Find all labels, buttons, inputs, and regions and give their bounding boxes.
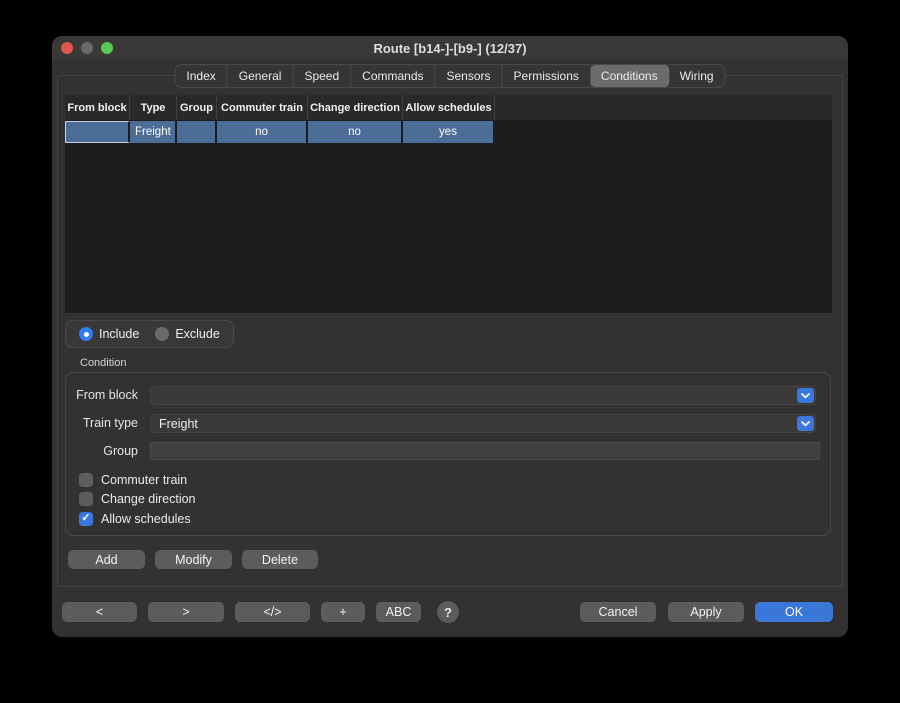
tab-commands[interactable]: Commands bbox=[351, 65, 435, 87]
close-window-icon[interactable] bbox=[61, 42, 73, 54]
tab-permissions[interactable]: Permissions bbox=[503, 65, 591, 87]
prev-route-button[interactable]: < bbox=[62, 602, 137, 622]
cancel-button[interactable]: Cancel bbox=[580, 602, 656, 622]
desktop: { "window": { "title": "Route [b14-]-[b9… bbox=[0, 0, 900, 703]
window-title: Route [b14-]-[b9-] (12/37) bbox=[373, 41, 526, 56]
tab-index[interactable]: Index bbox=[175, 65, 227, 87]
dialog-tab-bar: Index General Speed Commands Sensors Per… bbox=[174, 64, 725, 88]
conditions-tab-panel bbox=[57, 75, 843, 587]
tab-general[interactable]: General bbox=[228, 65, 294, 87]
condition-group-label: Condition bbox=[80, 357, 126, 369]
abc-button[interactable]: ABC bbox=[376, 602, 421, 622]
help-button[interactable]: ? bbox=[437, 601, 459, 623]
title-bar: Route [b14-]-[b9-] (12/37) bbox=[52, 36, 848, 60]
ok-button[interactable]: OK bbox=[755, 602, 833, 622]
route-dialog-window: Route [b14-]-[b9-] (12/37) Index General… bbox=[52, 36, 848, 637]
tab-speed[interactable]: Speed bbox=[293, 65, 351, 87]
code-button[interactable]: </> bbox=[235, 602, 310, 622]
zoom-window-icon[interactable] bbox=[101, 42, 113, 54]
traffic-lights bbox=[61, 42, 113, 54]
tab-wiring[interactable]: Wiring bbox=[669, 65, 725, 87]
tab-sensors[interactable]: Sensors bbox=[436, 65, 503, 87]
minimize-window-icon[interactable] bbox=[81, 42, 93, 54]
tab-conditions[interactable]: Conditions bbox=[590, 65, 670, 87]
plus-button[interactable]: + bbox=[321, 602, 365, 622]
apply-button[interactable]: Apply bbox=[668, 602, 744, 622]
next-route-button[interactable]: > bbox=[148, 602, 224, 622]
